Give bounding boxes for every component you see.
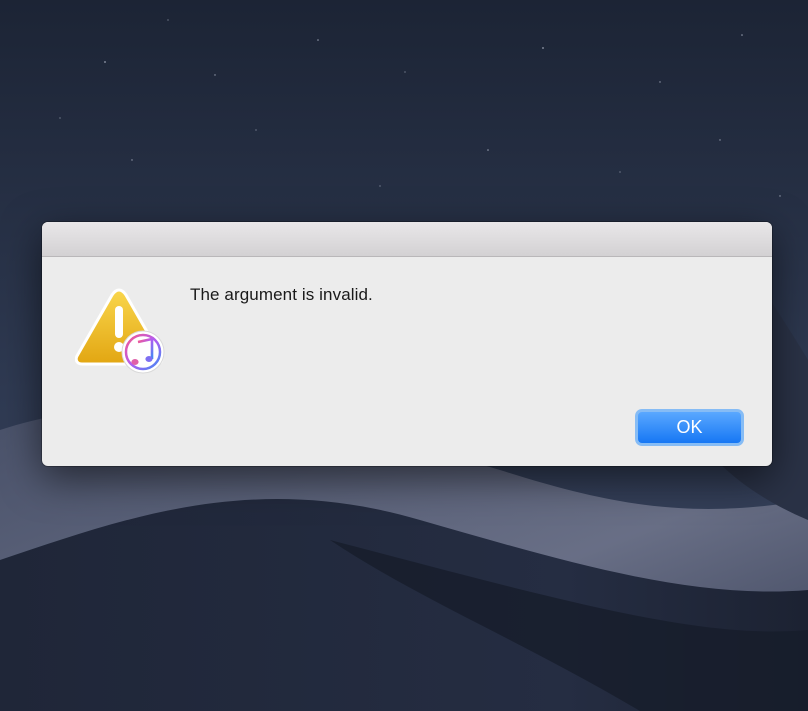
dialog-titlebar[interactable] — [42, 222, 772, 257]
alert-dialog: The argument is invalid. OK — [42, 222, 772, 466]
alert-message: The argument is invalid. — [190, 285, 373, 304]
warning-music-icon — [74, 286, 167, 378]
ok-button[interactable]: OK — [635, 409, 744, 446]
